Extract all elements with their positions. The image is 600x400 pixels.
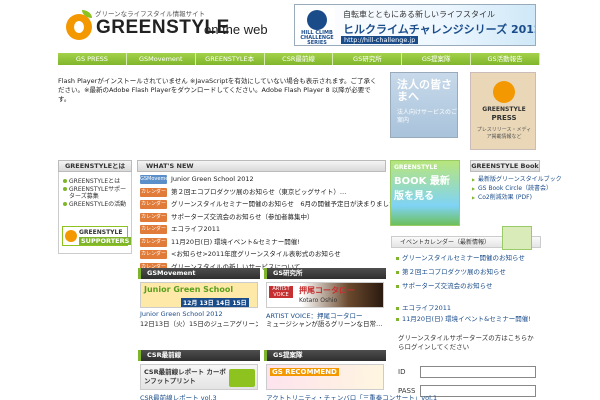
news-row[interactable]: GSMovement Junior Green School 2012 <box>138 174 386 185</box>
news-link[interactable]: エコライフ2011 <box>171 224 220 235</box>
jgs-dates: 12月 13日 14日 15日 <box>181 298 249 307</box>
news-link[interactable]: 第２回エコプロダクツ展のお知らせ（東京ビッグサイト）… <box>171 187 346 198</box>
id-label: ID <box>398 368 406 376</box>
calendar-item[interactable]: 第２回エコプロダクツ展のお知らせ <box>396 268 506 277</box>
gs-teian-title: GS提案隊 <box>264 350 386 361</box>
news-badge: カレンダー <box>140 212 167 222</box>
recommend-badge: GS RECOMMEND <box>270 368 339 376</box>
book-link-2[interactable]: GS Book Circle（読書会） <box>472 185 552 192</box>
cyclist-icon: HILL CLIMB CHALLENGE SERIES <box>299 8 335 45</box>
banner-brand: HILL CLIMB CHALLENGE SERIES <box>300 30 334 46</box>
news-badge: カレンダー <box>140 237 167 247</box>
news-row[interactable]: カレンダー 第２回エコプロダクツ展のお知らせ（東京ビッグサイト）… <box>138 187 386 198</box>
movement-caption[interactable]: Junior Green School 2012 <box>140 310 223 318</box>
artist-voice-banner[interactable]: ARTIST VOICE 押尾コータロー Kotaro Oshio <box>266 282 384 308</box>
calendar-item[interactable]: サポーターズ交流会のお知らせ <box>396 282 493 291</box>
news-row[interactable]: カレンダー 11月20日(日) 環境イベント&セミナー開催! <box>138 237 386 248</box>
nav-greenstyle-book[interactable]: GREENSTYLE本 <box>196 53 265 65</box>
corporate-banner[interactable]: 法人の皆さまへ 法人向けサービスのご案内 <box>390 72 458 138</box>
corporate-title: 法人の皆さまへ <box>397 78 452 103</box>
book-img-line2: BOOK 最新版を見る <box>394 176 450 202</box>
supporters-logo-icon <box>65 230 77 242</box>
news-link[interactable]: <お知らせ>2011年度グリーンスタイル表彰式のお知らせ <box>171 249 341 260</box>
gs-lab-text: ミュージシャンが語るグリーンな日常… <box>266 320 383 328</box>
calendar-item[interactable]: 11月20日(日) 環境イベント&セミナー開催! <box>396 315 531 324</box>
news-link[interactable]: サポーターズ交流会のお知らせ（参加者募集中） <box>171 212 314 223</box>
csr-report-banner[interactable]: CSR最前線レポート カーボンフットプリント <box>140 364 258 390</box>
artist-name-en: Kotaro Oshio <box>299 297 338 304</box>
press-line2: PRESS <box>491 114 517 122</box>
nav-gs-teian[interactable]: GS提案隊 <box>402 53 472 65</box>
banner-line1: 自転車とともにある新しいライフスタイル <box>343 10 495 19</box>
hill-climb-banner[interactable]: HILL CLIMB CHALLENGE SERIES 自転車とともにある新しい… <box>294 4 536 46</box>
whats-new-title: WHAT'S NEW <box>137 160 386 172</box>
nav-gs-report[interactable]: GS活動報告 <box>471 53 541 65</box>
calendar-title: イベントカレンダー（最新情報） <box>400 239 491 246</box>
press-line3: プレスリリース・メディア掲載情報など <box>476 127 532 140</box>
nav-gs-lab[interactable]: GS研究所 <box>333 53 403 65</box>
news-link[interactable]: グリーンスタイルセミナー開催のお知らせ 6月の開催予定日が決まりました… <box>171 199 402 210</box>
banner-url: http://hill-challenge.jp <box>341 36 419 44</box>
news-badge: カレンダー <box>140 187 167 197</box>
flash-message: Flash Playerがインストールされていません ※JavaScriptを有… <box>58 77 377 103</box>
book-link-3[interactable]: Co2削減効果 (PDF) <box>472 194 532 201</box>
supporters-bottom: SUPPORTERS <box>79 237 132 245</box>
global-nav: GS PRESS GSMovement GREENSTYLE本 CSR最前線 G… <box>58 53 541 65</box>
csr-title: CSR最前線 <box>138 350 260 361</box>
news-badge: GSMovement <box>140 175 174 184</box>
news-badge: カレンダー <box>140 250 167 259</box>
news-row[interactable]: カレンダー <お知らせ>2011年度グリーンスタイル表彰式のお知らせ <box>138 249 386 260</box>
news-row[interactable]: カレンダー グリーンスタイルセミナー開催のお知らせ 6月の開催予定日が決まりました… <box>138 199 402 210</box>
supporters-banner[interactable]: GREENSTYLE SUPPORTERS <box>62 226 132 246</box>
login-text: グリーンスタイルサポーターズの方はこちらからログインしてください <box>398 334 534 351</box>
book-link-1[interactable]: 最新版グリーンスタイルブック <box>472 176 562 183</box>
jgs-title: Junior Green School <box>144 285 234 294</box>
supporters-top: GREENSTYLE <box>79 229 123 236</box>
nav-csr[interactable]: CSR最前線 <box>265 53 334 65</box>
junior-green-school-banner[interactable]: Junior Green School 12月 13日 14日 15日 <box>140 282 258 308</box>
corporate-sub: 法人向けサービスのご案内 <box>397 109 458 124</box>
banner-line2: ヒルクライムチャレンジシリーズ 2012 <box>343 23 536 36</box>
calendar-icon <box>502 226 532 250</box>
press-logo-icon <box>493 81 515 103</box>
artist-voice-badge: ARTIST VOICE <box>269 286 293 298</box>
leaf-icon <box>229 369 255 387</box>
artist-name-jp: 押尾コータロー <box>299 286 355 295</box>
news-row[interactable]: カレンダー エコライフ2011 <box>138 224 386 235</box>
gs-movement-title: GSMovement <box>138 268 260 279</box>
news-badge: カレンダー <box>140 225 167 234</box>
gs-book-title: GREENSTYLE Book <box>470 160 540 172</box>
site-logo-sub[interactable]: on the web <box>204 22 268 37</box>
movement-text: 12日13日（火）15日のジュニアグリーン… <box>140 320 258 328</box>
csr-img-text: CSR最前線レポート カーボンフットプリント <box>144 368 226 385</box>
news-row[interactable]: カレンダー サポーターズ交流会のお知らせ（参加者募集中） <box>138 212 386 223</box>
book-img-line1: GREENSTYLE <box>394 164 438 171</box>
calendar-item[interactable]: エコライフ2011 <box>396 304 451 313</box>
gs-book-banner[interactable]: GREENSTYLE BOOK 最新版を見る <box>390 160 460 226</box>
gs-lab-caption[interactable]: ARTIST VOICE：押尾コータロー <box>266 310 363 320</box>
about-link-2[interactable]: GREENSTYLEサポーターズ募集 <box>63 186 131 200</box>
gs-teian-caption[interactable]: アクトトリニティ・チェンバロ「三重奏コンサート」vol.1 <box>266 392 437 400</box>
news-link[interactable]: Junior Green School 2012 <box>171 174 254 185</box>
logo-icon <box>66 14 92 40</box>
pass-input[interactable] <box>420 385 536 397</box>
calendar-item[interactable]: グリーンスタイルセミナー開催のお知らせ <box>396 254 525 263</box>
gs-lab-title: GS研究所 <box>264 268 386 279</box>
gs-recommend-banner[interactable]: GS RECOMMEND <box>266 364 384 390</box>
about-box-title: GREENSTYLEとは <box>58 160 132 172</box>
nav-gs-press[interactable]: GS PRESS <box>58 53 127 65</box>
csr-caption[interactable]: CSR最前線レポート vol.3 <box>140 392 217 400</box>
press-banner[interactable]: GREENSTYLE PRESS プレスリリース・メディア掲載情報など <box>470 72 536 150</box>
press-line1: GREENSTYLE <box>482 106 526 113</box>
about-link-1[interactable]: GREENSTYLEとは <box>63 178 131 185</box>
about-link-3[interactable]: GREENSTYLEの活動 <box>63 201 131 208</box>
nav-gs-movement[interactable]: GSMovement <box>127 53 196 65</box>
news-link[interactable]: 11月20日(日) 環境イベント&セミナー開催! <box>171 237 300 248</box>
id-input[interactable] <box>420 366 536 378</box>
news-badge: カレンダー <box>140 200 167 209</box>
